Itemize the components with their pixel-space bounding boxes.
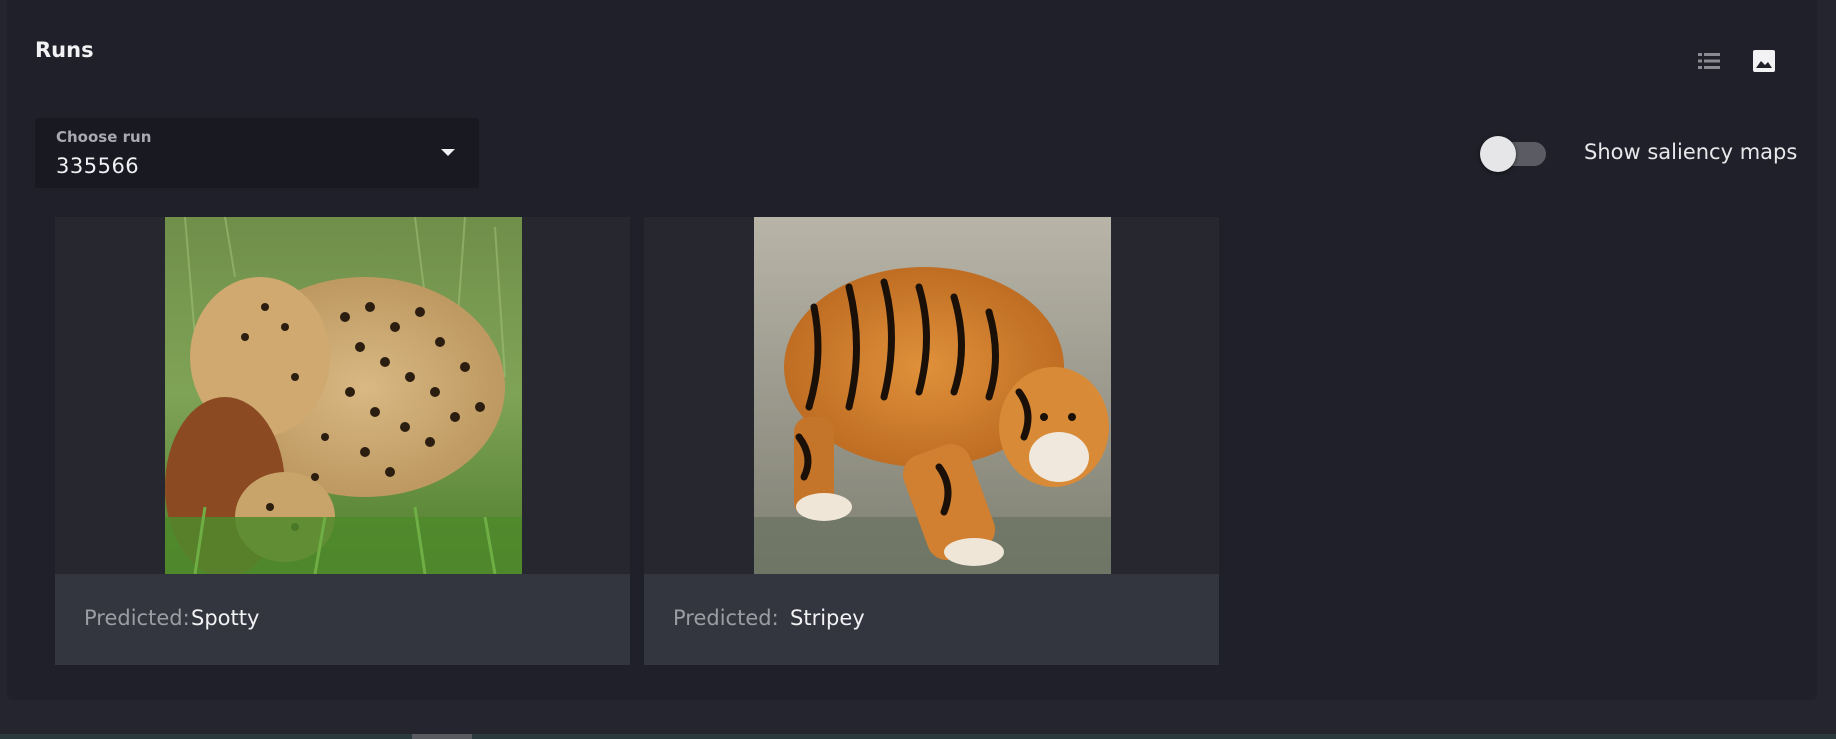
runs-panel: Runs Choose run 335566 Show saliency map…	[7, 0, 1817, 700]
app-background: Runs Choose run 335566 Show saliency map…	[0, 0, 1836, 739]
prediction-card: Predicted: Stripey	[644, 217, 1219, 665]
horizontal-scrollbar-thumb[interactable]	[412, 734, 472, 739]
card-image-area	[55, 217, 630, 574]
cheetah-image	[165, 217, 522, 574]
saliency-toggle-label: Show saliency maps	[1584, 140, 1798, 164]
run-select-value: 335566	[56, 154, 140, 178]
card-image-area	[644, 217, 1219, 574]
card-footer: Predicted: Stripey	[644, 574, 1219, 665]
image-icon	[1753, 50, 1775, 72]
dropdown-arrow-icon	[441, 149, 455, 156]
list-view-button[interactable]	[1692, 44, 1726, 78]
panel-title: Runs	[35, 38, 94, 62]
saliency-toggle[interactable]	[1480, 136, 1548, 172]
run-select-label: Choose run	[56, 128, 152, 146]
predicted-value: Spotty	[191, 606, 260, 630]
tiger-image	[754, 217, 1111, 574]
prediction-card: Predicted: Spotty	[55, 217, 630, 665]
card-footer: Predicted: Spotty	[55, 574, 630, 665]
predicted-label: Predicted:	[84, 606, 190, 630]
bottom-strip	[0, 734, 1836, 739]
predicted-value: Stripey	[790, 606, 865, 630]
run-select[interactable]: Choose run 335566	[35, 118, 479, 188]
toggle-knob	[1480, 136, 1516, 172]
predicted-label: Predicted:	[673, 606, 779, 630]
list-icon	[1698, 53, 1720, 69]
image-view-button[interactable]	[1747, 44, 1781, 78]
